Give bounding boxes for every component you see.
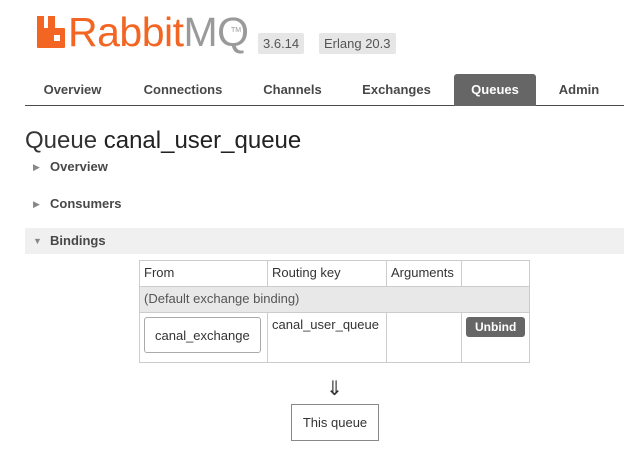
queue-name: canal_user_queue: [103, 127, 302, 154]
page-title: Queue canal_user_queue: [25, 127, 301, 155]
logo-trademark: TM: [231, 27, 242, 34]
version-badge: 3.6.14: [258, 33, 305, 54]
column-header-arguments: Arguments: [386, 260, 462, 287]
column-header-from: From: [139, 260, 268, 287]
tab-channels[interactable]: Channels: [250, 74, 335, 106]
binding-from-cell: canal_exchange: [139, 312, 268, 363]
exchange-link[interactable]: canal_exchange: [144, 317, 261, 353]
unbind-button[interactable]: Unbind: [466, 317, 526, 337]
tab-connections[interactable]: Connections: [133, 74, 233, 106]
default-binding-row: (Default exchange binding): [138, 286, 531, 313]
default-binding-label: (Default exchange binding): [138, 286, 531, 313]
tab-admin[interactable]: Admin: [549, 74, 609, 106]
main-nav: Overview Connections Channels Exchanges …: [25, 74, 624, 106]
down-arrow-icon: ⇓: [326, 378, 343, 400]
column-header-actions: [460, 260, 531, 287]
table-header-row: From Routing key Arguments: [139, 260, 531, 287]
section-consumers[interactable]: Consumers: [25, 191, 624, 217]
routing-key-cell: canal_user_queue: [267, 312, 387, 363]
rabbitmq-logo: RabbitMQ: [36, 9, 249, 55]
logo-wordmark: RabbitMQ: [68, 9, 249, 55]
expand-right-icon: [33, 154, 47, 180]
section-consumers-label: Consumers: [50, 196, 122, 211]
tab-overview[interactable]: Overview: [25, 74, 120, 106]
expand-right-icon: [33, 191, 47, 217]
section-bindings-label: Bindings: [50, 233, 106, 248]
rabbit-logo-icon: [36, 14, 66, 50]
section-bindings[interactable]: Bindings: [25, 228, 624, 254]
action-cell: Unbind: [460, 312, 531, 363]
title-prefix: Queue: [25, 127, 98, 154]
column-header-routing-key: Routing key: [267, 260, 387, 287]
collapse-down-icon: [33, 228, 47, 254]
erlang-version-badge: Erlang 20.3: [319, 33, 396, 54]
tab-exchanges[interactable]: Exchanges: [352, 74, 441, 106]
section-overview[interactable]: Overview: [25, 154, 624, 180]
bindings-table: From Routing key Arguments (Default exch…: [138, 260, 531, 363]
this-queue-box: This queue: [291, 404, 379, 441]
table-row: canal_exchange canal_user_queue Unbind: [139, 312, 531, 363]
section-overview-label: Overview: [50, 159, 108, 174]
arguments-cell: [386, 312, 462, 363]
tab-queues[interactable]: Queues: [454, 74, 536, 106]
